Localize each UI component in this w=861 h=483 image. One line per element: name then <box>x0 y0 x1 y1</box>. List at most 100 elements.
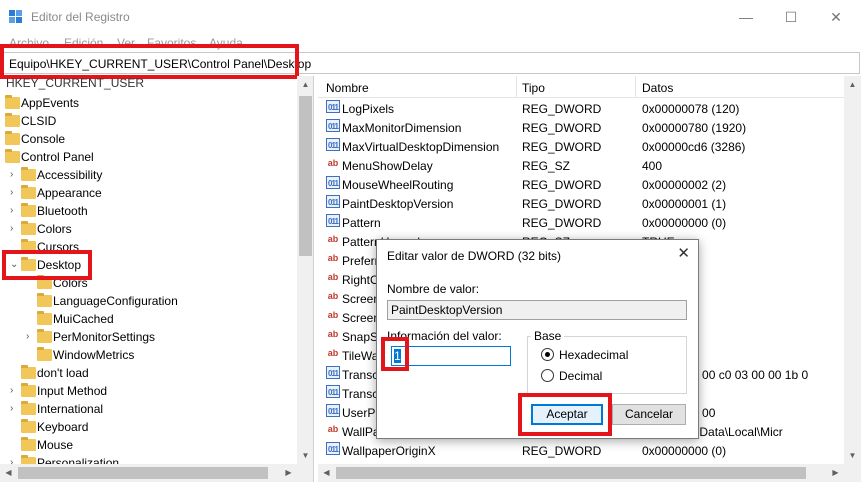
tree-item[interactable]: AppEvents <box>0 94 296 112</box>
menu-edicion[interactable]: Edición <box>64 36 103 50</box>
scroll-up-arrow-icon[interactable]: ▲ <box>844 76 861 93</box>
binary-value-icon: 011 <box>326 404 340 417</box>
value-row[interactable]: ab MenuShowDelay REG_SZ 400 <box>318 157 861 176</box>
tree-item[interactable]: Cursors <box>0 238 296 256</box>
value-name: MaxMonitorDimension <box>342 121 462 135</box>
menu-ayuda[interactable]: Ayuda <box>209 36 243 50</box>
column-divider[interactable] <box>635 76 636 98</box>
ok-button[interactable]: Aceptar <box>531 404 603 425</box>
folder-icon <box>37 329 52 343</box>
radio-unselected-icon[interactable] <box>541 369 554 382</box>
address-bar[interactable]: Equipo\HKEY_CURRENT_USER\Control Panel\D… <box>2 52 860 74</box>
tree-item[interactable]: › PerMonitorSettings <box>0 328 296 346</box>
menu-bar: Archivo Edición Ver Favoritos Ayuda <box>0 34 861 52</box>
column-header-type[interactable]: Tipo <box>522 81 545 95</box>
value-row[interactable]: 011 Pattern REG_DWORD 0x00000000 (0) <box>318 214 861 233</box>
tree-item[interactable]: › Accessibility <box>0 166 296 184</box>
tree-item-label: AppEvents <box>21 96 80 110</box>
tree-item[interactable]: Keyboard <box>0 418 296 436</box>
tree-item[interactable]: Mouse <box>0 436 296 454</box>
tree-item[interactable]: › International <box>0 400 296 418</box>
collapsed-chevron-icon[interactable]: › <box>10 400 20 418</box>
collapsed-chevron-icon[interactable]: › <box>10 202 20 220</box>
binary-value-icon: 011 <box>326 119 340 132</box>
collapsed-chevron-icon[interactable]: › <box>10 382 20 400</box>
value-data-input[interactable]: 1 <box>391 346 511 366</box>
scroll-left-arrow-icon[interactable]: ◀ <box>318 464 335 481</box>
value-row[interactable]: 011 WallpaperOriginX REG_DWORD 0x00000000 (… <box>318 442 861 461</box>
tree-item[interactable]: ⌄ Desktop <box>0 256 296 274</box>
value-name: MenuShowDelay <box>342 159 433 173</box>
decimal-label[interactable]: Decimal <box>559 369 602 383</box>
scroll-left-arrow-icon[interactable]: ◀ <box>0 464 17 481</box>
scroll-right-arrow-icon[interactable]: ▶ <box>827 464 844 481</box>
value-name: MaxVirtualDesktopDimension <box>342 140 500 154</box>
tree-item-label: Input Method <box>37 384 108 398</box>
collapsed-chevron-icon[interactable]: › <box>26 328 36 346</box>
list-hscroll-thumb[interactable] <box>336 467 806 479</box>
scroll-down-arrow-icon[interactable]: ▼ <box>844 447 861 464</box>
value-name: MouseWheelRouting <box>342 178 454 192</box>
tree-item[interactable]: › Colors <box>0 220 296 238</box>
collapsed-chevron-icon[interactable]: › <box>10 184 20 202</box>
collapsed-chevron-icon[interactable]: › <box>10 220 20 238</box>
expanded-chevron-icon[interactable]: ⌄ <box>10 256 20 274</box>
value-row[interactable]: 011 MaxVirtualDesktopDimension REG_DWORD 0x… <box>318 138 861 157</box>
menu-favoritos[interactable]: Favoritos <box>147 36 196 50</box>
tree-item[interactable]: Control Panel <box>0 148 296 166</box>
tree-vertical-scrollbar[interactable]: ▲ ▼ <box>297 76 313 464</box>
close-button[interactable]: ✕ <box>813 0 859 34</box>
collapsed-chevron-icon[interactable]: › <box>10 166 20 184</box>
column-header-name[interactable]: Nombre <box>326 81 369 95</box>
tree-item[interactable]: MuiCached <box>0 310 296 328</box>
folder-icon <box>21 401 36 415</box>
menu-archivo[interactable]: Archivo <box>9 36 49 50</box>
tree-item[interactable]: Colors <box>0 274 296 292</box>
binary-value-icon: 011 <box>326 366 340 379</box>
tree-item[interactable]: › Appearance <box>0 184 296 202</box>
tree-scroll-thumb[interactable] <box>299 96 312 256</box>
folder-icon <box>21 383 36 397</box>
tree-root-partial[interactable]: HKEY_CURRENT_USER <box>6 76 144 90</box>
string-value-icon: ab <box>327 329 339 339</box>
value-row[interactable]: 011 MouseWheelRouting REG_DWORD 0x00000002 … <box>318 176 861 195</box>
radio-selected-icon[interactable] <box>541 348 554 361</box>
minimize-button[interactable]: — <box>723 0 769 34</box>
hexadecimal-label[interactable]: Hexadecimal <box>559 348 628 362</box>
list-header: Nombre Tipo Datos <box>318 76 861 98</box>
value-type: REG_DWORD <box>522 121 602 135</box>
string-value-icon: ab <box>327 253 339 263</box>
value-data-selected-text[interactable]: 1 <box>394 349 401 363</box>
tree-hscroll-thumb[interactable] <box>18 467 268 479</box>
cancel-button[interactable]: Cancelar <box>612 404 686 425</box>
tree-item[interactable]: Console <box>0 130 296 148</box>
column-divider[interactable] <box>516 76 517 98</box>
value-row[interactable]: 011 MaxMonitorDimension REG_DWORD 0x0000078… <box>318 119 861 138</box>
maximize-button[interactable]: ☐ <box>768 0 814 34</box>
tree-item[interactable]: CLSID <box>0 112 296 130</box>
dialog-close-icon[interactable]: ✕ <box>677 244 690 262</box>
binary-value-icon: 011 <box>326 385 340 398</box>
tree-item[interactable]: WindowMetrics <box>0 346 296 364</box>
value-name-field: PaintDesktopVersion <box>387 300 687 320</box>
value-type: REG_DWORD <box>522 444 602 458</box>
scroll-down-arrow-icon[interactable]: ▼ <box>297 447 313 464</box>
scroll-right-arrow-icon[interactable]: ▶ <box>280 464 297 481</box>
column-header-data[interactable]: Datos <box>642 81 673 95</box>
list-vertical-scrollbar[interactable]: ▲ ▼ <box>844 76 861 464</box>
address-path[interactable]: Equipo\HKEY_CURRENT_USER\Control Panel\D… <box>9 57 311 71</box>
tree-item[interactable]: › Input Method <box>0 382 296 400</box>
tree-horizontal-scrollbar[interactable]: ◀ ▶ <box>0 464 313 482</box>
tree-item-label: LanguageConfiguration <box>53 294 178 308</box>
value-row[interactable]: 011 LogPixels REG_DWORD 0x00000078 (120) <box>318 100 861 119</box>
tree-item[interactable]: › Bluetooth <box>0 202 296 220</box>
scroll-up-arrow-icon[interactable]: ▲ <box>297 76 313 93</box>
tree-item[interactable]: LanguageConfiguration <box>0 292 296 310</box>
list-horizontal-scrollbar[interactable]: ◀ ▶ <box>318 464 861 482</box>
value-data: 0x00000000 (0) <box>642 444 727 458</box>
value-row[interactable]: 011 PaintDesktopVersion REG_DWORD 0x0000000… <box>318 195 861 214</box>
value-name-label: Nombre de valor: <box>387 282 480 296</box>
menu-ver[interactable]: Ver <box>117 36 135 50</box>
tree-item[interactable]: don't load <box>0 364 296 382</box>
base-groupbox <box>527 336 687 394</box>
